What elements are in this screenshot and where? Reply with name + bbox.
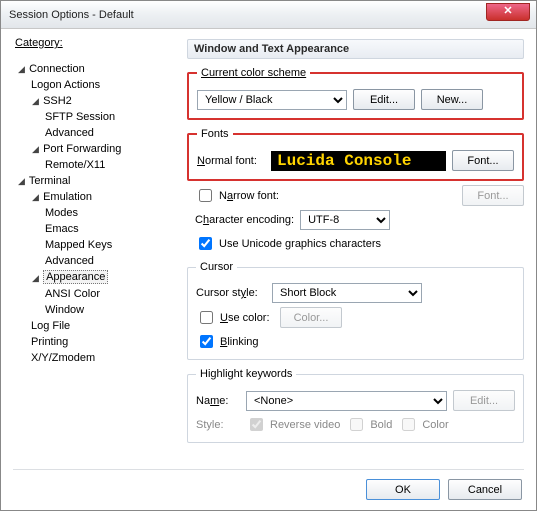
tree-window[interactable]: Window (17, 302, 181, 318)
tree-mapped-keys[interactable]: Mapped Keys (17, 237, 181, 253)
reverse-video-checkbox (250, 418, 263, 431)
highlight-name-select[interactable]: <None> (246, 391, 447, 411)
highlight-name-label: Name: (196, 395, 240, 407)
fonts-legend: Fonts (197, 128, 233, 140)
encoding-select[interactable]: UTF-8 (300, 210, 390, 230)
tree-logon-actions[interactable]: Logon Actions (17, 77, 181, 93)
expand-icon[interactable] (17, 61, 26, 77)
settings-panel: Window and Text Appearance Current color… (181, 37, 524, 467)
separator (13, 469, 524, 470)
titlebar: Session Options - Default ✕ (1, 1, 536, 29)
tree-sftp-session[interactable]: SFTP Session (17, 109, 181, 125)
tree-log-file[interactable]: Log File (17, 318, 181, 334)
color-scheme-group: Current color scheme Yellow / Black Edit… (187, 67, 524, 120)
normal-font-preview: Lucida Console (271, 151, 446, 171)
panel-header: Window and Text Appearance (187, 39, 524, 59)
narrow-font-button: Font... (462, 185, 524, 206)
category-tree: Connection Logon Actions SSH2 SFTP Sessi… (13, 59, 181, 366)
color-checkbox (402, 418, 415, 431)
ok-button[interactable]: OK (366, 479, 440, 500)
blinking-label: Blinking (220, 336, 259, 348)
close-icon: ✕ (503, 5, 512, 17)
use-color-checkbox[interactable] (200, 311, 213, 324)
normal-font-label: Normal font: (197, 155, 265, 167)
tree-connection[interactable]: Connection (17, 61, 181, 77)
tree-appearance[interactable]: Appearance (17, 269, 181, 285)
close-button[interactable]: ✕ (486, 3, 530, 21)
fonts-group: Fonts Normal font: Lucida Console Font..… (187, 128, 524, 181)
unicode-graphics-label: Use Unicode graphics characters (219, 238, 381, 250)
narrow-font-label: Narrow font: (219, 190, 279, 202)
bold-checkbox (350, 418, 363, 431)
tree-emulation[interactable]: Emulation (17, 189, 181, 205)
tree-advanced2[interactable]: Advanced (17, 253, 181, 269)
tree-port-forwarding[interactable]: Port Forwarding (17, 141, 181, 157)
category-column: Connection Logon Actions SSH2 SFTP Sessi… (13, 37, 181, 467)
dialog-footer: OK Cancel (366, 479, 522, 500)
cancel-button[interactable]: Cancel (448, 479, 522, 500)
color-label: Color (422, 419, 448, 431)
tree-xyzmodem[interactable]: X/Y/Zmodem (17, 350, 181, 366)
unicode-graphics-checkbox[interactable] (199, 237, 212, 250)
cursor-style-select[interactable]: Short Block (272, 283, 422, 303)
highlight-style-label: Style: (196, 419, 240, 431)
color-scheme-select[interactable]: Yellow / Black (197, 90, 347, 110)
new-scheme-button[interactable]: New... (421, 89, 483, 110)
highlight-group: Highlight keywords Name: <None> Edit... … (187, 368, 524, 443)
tree-ssh2[interactable]: SSH2 (17, 93, 181, 109)
expand-icon[interactable] (17, 173, 26, 189)
normal-font-button[interactable]: Font... (452, 150, 514, 171)
tree-remote-x11[interactable]: Remote/X11 (17, 157, 181, 173)
expand-icon[interactable] (31, 270, 40, 286)
tree-modes[interactable]: Modes (17, 205, 181, 221)
highlight-edit-button: Edit... (453, 390, 515, 411)
category-label: Category: (15, 37, 63, 49)
window-title: Session Options - Default (9, 9, 134, 21)
edit-scheme-button[interactable]: Edit... (353, 89, 415, 110)
use-color-label: Use color: (220, 312, 276, 324)
color-scheme-legend: Current color scheme (197, 67, 310, 79)
blinking-checkbox[interactable] (200, 335, 213, 348)
cursor-legend: Cursor (196, 261, 237, 273)
expand-icon[interactable] (31, 189, 40, 205)
tree-advanced[interactable]: Advanced (17, 125, 181, 141)
cursor-color-button: Color... (280, 307, 342, 328)
tree-terminal[interactable]: Terminal (17, 173, 181, 189)
expand-icon[interactable] (31, 93, 40, 109)
reverse-video-label: Reverse video (270, 419, 340, 431)
tree-ansi-color[interactable]: ANSI Color (17, 286, 181, 302)
cursor-style-label: Cursor style: (196, 287, 266, 299)
encoding-label: Character encoding: (195, 214, 294, 226)
narrow-font-checkbox[interactable] (199, 189, 212, 202)
dialog-window: Session Options - Default ✕ Category: Co… (0, 0, 537, 511)
bold-label: Bold (370, 419, 392, 431)
expand-icon[interactable] (31, 141, 40, 157)
tree-printing[interactable]: Printing (17, 334, 181, 350)
tree-emacs[interactable]: Emacs (17, 221, 181, 237)
highlight-legend: Highlight keywords (196, 368, 296, 380)
cursor-group: Cursor Cursor style: Short Block Use col… (187, 261, 524, 360)
